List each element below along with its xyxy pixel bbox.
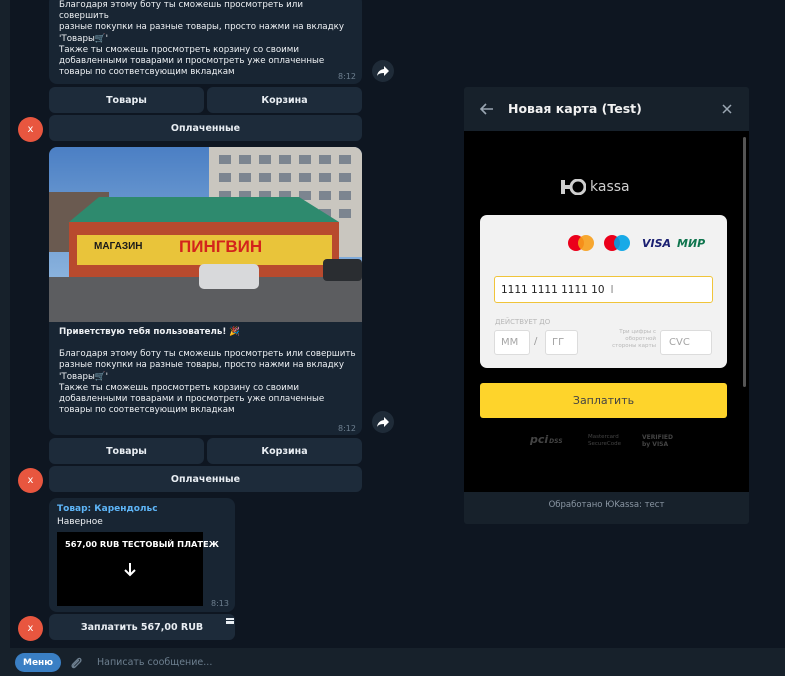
- payment-panel: Новая карта (Test) kassa VISA МИР 1111 1…: [464, 87, 749, 524]
- pay-button[interactable]: Заплатить: [480, 383, 727, 418]
- shop-sign-right: ПИНГВИН: [179, 237, 262, 256]
- message-line: добавленными товарами и просмотреть уже …: [59, 56, 325, 67]
- message-line: разные покупки на разные товары, просто …: [59, 22, 345, 33]
- panel-title: Новая карта (Test): [508, 101, 642, 116]
- pci-dss-badge: pciDSS: [530, 433, 563, 446]
- message-line: Благодаря этому боту ты сможешь просмотр…: [59, 349, 356, 360]
- message-line: товары по соответсвующим вкладкам: [59, 405, 235, 416]
- month-placeholder: ММ: [501, 337, 519, 348]
- date-separator: /: [534, 336, 538, 347]
- card-form: VISA МИР 1111 1111 1111 10 I ДЕЙСТВУЕТ Д…: [480, 215, 727, 368]
- message-composer: Меню Написать сообщение...: [0, 648, 785, 676]
- invoice-message: Товар: Карендольс Наверное 567,00 RUB ТЕ…: [49, 498, 235, 612]
- card-icon: [226, 618, 234, 624]
- greeting-line: Приветствую тебя пользователь! 🎉: [59, 327, 241, 337]
- card-number-input[interactable]: 1111 1111 1111 10 I: [494, 276, 713, 303]
- message-time: 8:13: [211, 599, 229, 608]
- message-line: Благодаря этому боту ты сможешь просмотр…: [59, 0, 303, 22]
- shop-photo: МАГАЗИН ПИНГВИН: [49, 147, 362, 322]
- bot-message: Благодаря этому боту ты сможешь просмотр…: [49, 0, 362, 84]
- message-line: 'Товары🛒': [59, 371, 109, 382]
- back-arrow-icon[interactable]: [480, 103, 494, 115]
- message-text: Приветствую тебя пользователь! 🎉 Благода…: [59, 327, 359, 416]
- paid-button[interactable]: Оплаченные: [49, 466, 362, 492]
- maestro-logo: [604, 235, 632, 251]
- kassa-logo: kassa: [560, 179, 630, 195]
- invoice-thumbnail[interactable]: 567,00 RUB ТЕСТОВЫЙ ПЛАТЕЖ: [57, 532, 219, 606]
- share-button[interactable]: [372, 60, 394, 82]
- share-icon: [377, 417, 389, 427]
- cvc-hint: Три цифры с оборотной стороны карты: [612, 329, 656, 349]
- message-line: разные покупки на разные товары, просто …: [59, 360, 345, 371]
- message-line: товары по соответсвующим вкладкам: [59, 67, 235, 78]
- cart-button[interactable]: Корзина: [207, 87, 362, 113]
- avatar[interactable]: x: [18, 616, 43, 641]
- year-placeholder: ГГ: [552, 337, 565, 348]
- year-input[interactable]: ГГ: [545, 330, 578, 355]
- card-number-value: 1111 1111 1111 10: [501, 283, 605, 296]
- verified-by-visa-badge: VERIFIED by VISA: [642, 434, 674, 448]
- goods-button[interactable]: Товары: [49, 87, 204, 113]
- cart-button[interactable]: Корзина: [207, 438, 362, 464]
- message-line: Также ты сможешь просмотреть корзину со …: [59, 382, 299, 393]
- download-icon: [124, 563, 136, 577]
- mastercard-securecode-badge: Mastercard SecureCode: [588, 434, 621, 447]
- invoice-thumb-text: 567,00 RUB ТЕСТОВЫЙ ПЛАТЕЖ: [65, 539, 219, 549]
- goods-button[interactable]: Товары: [49, 438, 204, 464]
- invoice-description: Наверное: [57, 517, 103, 527]
- cvc-placeholder: CVC: [669, 337, 690, 348]
- security-badges: pciDSS Mastercard SecureCode VERIFIED by…: [530, 433, 690, 455]
- mastercard-logo: [568, 235, 596, 251]
- message-time: 8:12: [338, 424, 356, 433]
- avatar[interactable]: x: [18, 117, 43, 142]
- avatar[interactable]: x: [18, 468, 43, 493]
- menu-button[interactable]: Меню: [15, 653, 61, 672]
- paid-button[interactable]: Оплаченные: [49, 115, 362, 141]
- panel-header: Новая карта (Test): [464, 87, 749, 131]
- panel-scrollbar[interactable]: [743, 137, 746, 387]
- shop-sign-left: МАГАЗИН: [94, 241, 143, 252]
- kassa-frame: kassa VISA МИР 1111 1111 1111 10 I ДЕЙСТ…: [464, 131, 749, 492]
- share-icon: [377, 66, 389, 76]
- attach-icon[interactable]: [70, 655, 82, 670]
- message-time: 8:12: [338, 72, 356, 81]
- kassa-logo-text: kassa: [590, 179, 630, 195]
- yookassa-logo-icon: [561, 179, 586, 195]
- cvc-input[interactable]: CVC: [660, 330, 712, 355]
- text-cursor: I: [610, 283, 614, 296]
- mir-logo: МИР: [677, 237, 706, 250]
- share-button[interactable]: [372, 411, 394, 433]
- close-icon[interactable]: [722, 104, 732, 114]
- message-line: добавленными товарами и просмотреть уже …: [59, 394, 325, 405]
- valid-until-label: ДЕЙСТВУЕТ ДО: [495, 318, 551, 326]
- visa-logo: VISA: [642, 237, 672, 250]
- panel-footer: Обработано ЮKassa: тест: [548, 500, 665, 510]
- message-line: Также ты сможешь просмотреть корзину со …: [59, 44, 299, 55]
- message-input[interactable]: Написать сообщение...: [97, 657, 212, 668]
- chat-list-edge: [0, 0, 10, 676]
- invoice-pay-button[interactable]: Заплатить 567,00 RUB: [49, 614, 235, 640]
- month-input[interactable]: ММ: [494, 330, 530, 355]
- invoice-title[interactable]: Товар: Карендольс: [57, 504, 158, 515]
- message-line: 'Товары🛒': [59, 33, 109, 44]
